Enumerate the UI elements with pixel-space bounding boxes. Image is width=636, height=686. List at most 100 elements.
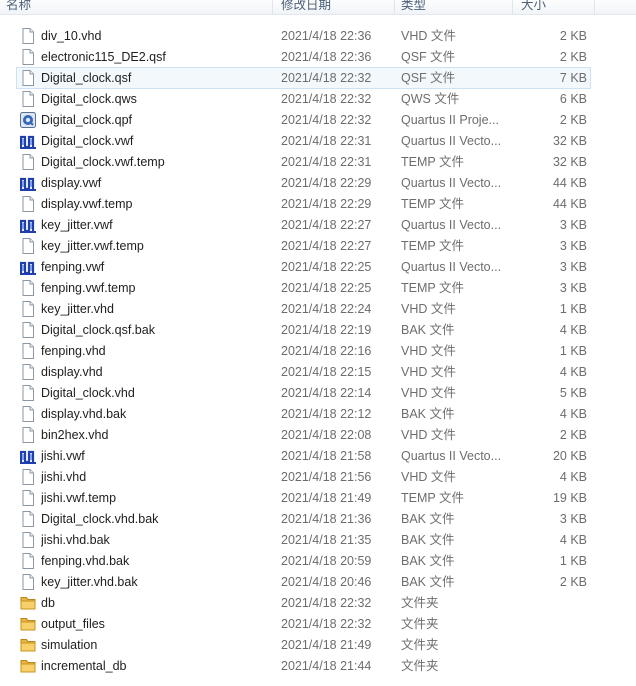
file-row[interactable]: Digital_clock.qws 2021/4/18 22:32 QWS 文件 6 …: [17, 89, 590, 109]
document-icon: [20, 70, 36, 86]
file-modified-date: 2021/4/18 20:46: [281, 575, 372, 589]
file-name: key_jitter.vhd: [41, 302, 114, 316]
file-row[interactable]: fenping.vhd 2021/4/18 22:16 VHD 文件 1 KB: [17, 341, 590, 361]
file-row[interactable]: Digital_clock.vhd.bak 2021/4/18 21:36 BAK …: [17, 509, 590, 529]
file-name: fenping.vhd.bak: [41, 554, 130, 568]
file-modified-date: 2021/4/18 22:15: [281, 365, 372, 379]
file-size: 2 KB: [559, 50, 587, 64]
waveform-icon: [19, 259, 36, 275]
file-modified-date: 2021/4/18 21:56: [281, 470, 372, 484]
document-icon: [20, 322, 36, 338]
document-icon: [20, 28, 36, 44]
file-size: 1 KB: [559, 554, 587, 568]
file-row[interactable]: electronic115_DE2.qsf 2021/4/18 22:36 QSF …: [17, 47, 590, 67]
file-row[interactable]: key_jitter.vwf.temp 2021/4/18 22:27 TEMP 文…: [17, 236, 590, 256]
column-divider[interactable]: [272, 0, 273, 14]
file-size: [517, 656, 587, 676]
waveform-icon: [19, 448, 36, 464]
file-row[interactable]: Digital_clock.qpf 2021/4/18 22:32 Quartus …: [17, 110, 590, 130]
folder-icon: [20, 637, 36, 653]
file-size: 4 KB: [559, 533, 587, 547]
file-size: 3 KB: [559, 218, 587, 232]
file-size: 4 KB: [559, 323, 587, 337]
column-header-date[interactable]: 修改日期: [281, 0, 331, 13]
column-divider[interactable]: [512, 0, 513, 14]
file-row[interactable]: key_jitter.vhd 2021/4/18 22:24 VHD 文件 1 KB: [17, 299, 590, 319]
file-name: key_jitter.vwf.temp: [41, 239, 144, 253]
file-name: output_files: [41, 617, 105, 631]
column-header-type[interactable]: 类型: [401, 0, 426, 13]
document-icon: [20, 490, 36, 506]
file-row[interactable]: fenping.vwf 2021/4/18 22:25 Quartus II Vec…: [17, 257, 590, 277]
file-modified-date: 2021/4/18 22:32: [281, 113, 372, 127]
file-modified-date: 2021/4/18 22:08: [281, 428, 372, 442]
document-icon: [20, 364, 36, 380]
file-name: display.vwf: [41, 176, 102, 190]
file-name: Digital_clock.vwf.temp: [41, 155, 165, 169]
file-type: BAK 文件: [401, 323, 455, 337]
file-type: Quartus II Vecto...: [401, 260, 502, 274]
file-row[interactable]: display.vhd.bak 2021/4/18 22:12 BAK 文件 4 KB: [17, 404, 590, 424]
file-modified-date: 2021/4/18 22:16: [281, 344, 372, 358]
file-type: VHD 文件: [401, 365, 456, 379]
file-type: 文件夹: [401, 617, 439, 631]
file-size: 4 KB: [559, 365, 587, 379]
file-row[interactable]: db 2021/4/18 22:32 文件夹: [17, 593, 590, 613]
file-modified-date: 2021/4/18 21:58: [281, 449, 372, 463]
file-modified-date: 2021/4/18 21:49: [281, 491, 372, 505]
file-size: 3 KB: [559, 512, 587, 526]
file-row[interactable]: output_files 2021/4/18 22:32 文件夹: [17, 614, 590, 634]
file-modified-date: 2021/4/18 22:36: [281, 29, 372, 43]
file-modified-date: 2021/4/18 22:14: [281, 386, 372, 400]
file-row[interactable]: Digital_clock.vwf.temp 2021/4/18 22:31 TEM…: [17, 152, 590, 172]
document-icon: [20, 532, 36, 548]
file-row[interactable]: Digital_clock.vhd 2021/4/18 22:14 VHD 文件 5 …: [17, 383, 590, 403]
file-row[interactable]: jishi.vhd 2021/4/18 21:56 VHD 文件 4 KB: [17, 467, 590, 487]
file-row[interactable]: Digital_clock.qsf.bak 2021/4/18 22:19 BAK …: [17, 320, 590, 340]
file-modified-date: 2021/4/18 22:25: [281, 281, 372, 295]
file-row[interactable]: jishi.vwf.temp 2021/4/18 21:49 TEMP 文件 19 K…: [17, 488, 590, 508]
file-type: VHD 文件: [401, 428, 456, 442]
waveform-icon: [19, 175, 36, 191]
column-header-size[interactable]: 大小: [521, 0, 546, 13]
file-type: 文件夹: [401, 659, 439, 673]
file-size: 3 KB: [559, 260, 587, 274]
file-type: VHD 文件: [401, 302, 456, 316]
file-row[interactable]: key_jitter.vhd.bak 2021/4/18 20:46 BAK 文件 2…: [17, 572, 590, 592]
file-row[interactable]: div_10.vhd 2021/4/18 22:36 VHD 文件 2 KB: [17, 26, 590, 46]
file-row[interactable]: Digital_clock.vwf 2021/4/18 22:31 Quartus …: [17, 131, 590, 151]
file-size: 1 KB: [559, 344, 587, 358]
file-type: TEMP 文件: [401, 239, 464, 253]
file-modified-date: 2021/4/18 21:35: [281, 533, 372, 547]
file-type: Quartus II Proje...: [401, 113, 499, 127]
file-row[interactable]: display.vwf 2021/4/18 22:29 Quartus II Vec…: [17, 173, 590, 193]
column-header: 名称 修改日期 类型 大小: [0, 0, 636, 15]
file-size: 2 KB: [559, 428, 587, 442]
file-row[interactable]: display.vhd 2021/4/18 22:15 VHD 文件 4 KB: [17, 362, 590, 382]
file-modified-date: 2021/4/18 22:32: [281, 92, 372, 106]
file-modified-date: 2021/4/18 22:27: [281, 239, 372, 253]
file-name: Digital_clock.qsf: [41, 71, 132, 85]
file-row[interactable]: jishi.vhd.bak 2021/4/18 21:35 BAK 文件 4 KB: [17, 530, 590, 550]
file-name: fenping.vhd: [41, 344, 106, 358]
column-header-name[interactable]: 名称: [6, 0, 31, 13]
file-row[interactable]: simulation 2021/4/18 21:49 文件夹: [17, 635, 590, 655]
file-size: 20 KB: [552, 449, 587, 463]
file-row[interactable]: fenping.vwf.temp 2021/4/18 22:25 TEMP 文件 3 …: [17, 278, 590, 298]
file-size: 4 KB: [559, 470, 587, 484]
file-row[interactable]: jishi.vwf 2021/4/18 21:58 Quartus II Vecto…: [17, 446, 590, 466]
file-row[interactable]: bin2hex.vhd 2021/4/18 22:08 VHD 文件 2 KB: [17, 425, 590, 445]
file-name: incremental_db: [41, 659, 127, 673]
file-name: jishi.vhd.bak: [41, 533, 110, 547]
file-row[interactable]: key_jitter.vwf 2021/4/18 22:27 Quartus II …: [17, 215, 590, 235]
document-icon: [20, 49, 36, 65]
document-icon: [20, 427, 36, 443]
column-divider[interactable]: [394, 0, 395, 14]
file-row[interactable]: display.vwf.temp 2021/4/18 22:29 TEMP 文件 44…: [17, 194, 590, 214]
file-row[interactable]: fenping.vhd.bak 2021/4/18 20:59 BAK 文件 1 KB: [17, 551, 590, 571]
file-type: QWS 文件: [401, 92, 460, 106]
file-row[interactable]: incremental_db 2021/4/18 21:44 文件夹: [17, 656, 590, 676]
file-type: BAK 文件: [401, 407, 455, 421]
column-divider[interactable]: [594, 0, 595, 14]
file-row[interactable]: Digital_clock.qsf 2021/4/18 22:32 QSF 文件 7 …: [16, 67, 591, 89]
